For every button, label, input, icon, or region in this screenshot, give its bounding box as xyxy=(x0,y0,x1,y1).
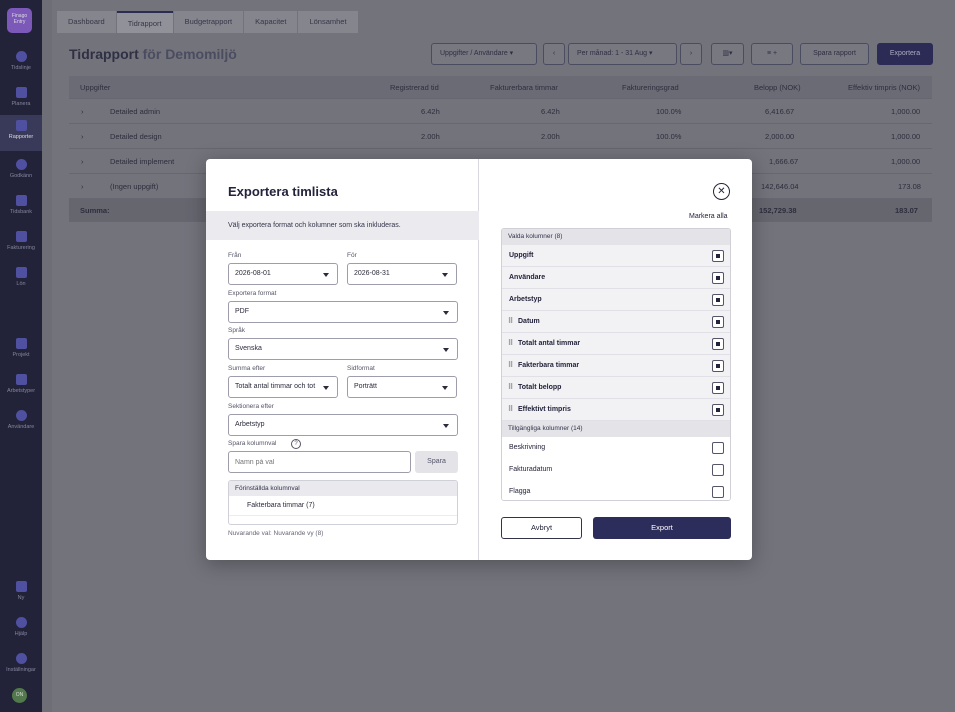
section-by-select[interactable]: Arbetstyp xyxy=(228,414,458,436)
caret-down-icon xyxy=(443,424,449,428)
current-choice-text: Nuvarande val: Nuvarande vy (8) xyxy=(228,530,324,537)
selected-column-row[interactable]: ⠿ Datum xyxy=(502,311,730,333)
column-label: Fakturadatum xyxy=(509,466,553,473)
column-label: Beskrivning xyxy=(509,444,546,451)
drag-handle-icon[interactable]: ⠿ xyxy=(508,333,513,355)
drag-handle-icon[interactable]: ⠿ xyxy=(508,311,513,333)
to-date-select[interactable]: 2026-08-31 xyxy=(347,263,457,285)
mark-all-link[interactable]: Markera alla xyxy=(689,213,728,220)
export-button[interactable]: Export xyxy=(593,517,731,539)
column-checkbox[interactable] xyxy=(712,486,724,498)
sum-by-select[interactable]: Totalt antal timmar och tot xyxy=(228,376,338,398)
sum-by-label: Summa efter xyxy=(228,365,266,372)
close-button[interactable]: ✕ xyxy=(713,183,730,200)
selected-column-row[interactable]: ⠿ Totalt antal timmar xyxy=(502,333,730,355)
language-select[interactable]: Svenska xyxy=(228,338,458,360)
language-label: Språk xyxy=(228,327,245,334)
format-label: Exportera format xyxy=(228,290,277,297)
preset-columns-list: Förinställda kolumnval Fakterbara timmar… xyxy=(228,480,458,525)
selected-column-row[interactable]: ⠿ Fakterbara timmar xyxy=(502,355,730,377)
caret-down-icon xyxy=(442,273,448,277)
cancel-button[interactable]: Avbryt xyxy=(501,517,582,539)
caret-down-icon xyxy=(323,273,329,277)
save-columns-button[interactable]: Spara xyxy=(415,451,458,473)
column-checkbox[interactable] xyxy=(712,404,724,416)
selected-column-row[interactable]: ⠿ Effektivt timpris xyxy=(502,399,730,421)
selected-column-row[interactable]: ⠿ Totalt belopp xyxy=(502,377,730,399)
available-column-row[interactable]: Fakturadatum xyxy=(502,459,730,481)
to-date-value: 2026-08-31 xyxy=(354,270,390,277)
question-icon[interactable]: ? xyxy=(291,439,301,449)
language-value: Svenska xyxy=(235,345,262,352)
to-label: För xyxy=(347,252,357,259)
column-checkbox[interactable] xyxy=(712,250,724,262)
drag-handle-icon[interactable]: ⠿ xyxy=(508,399,513,421)
column-checkbox[interactable] xyxy=(712,294,724,306)
column-checkbox[interactable] xyxy=(712,442,724,454)
preset-item[interactable]: Fakterbara timmar (7) xyxy=(229,496,457,516)
page-format-value: Porträtt xyxy=(354,383,377,390)
caret-down-icon xyxy=(442,386,448,390)
column-checkbox[interactable] xyxy=(712,338,724,350)
close-icon: ✕ xyxy=(717,186,726,197)
caret-down-icon xyxy=(443,348,449,352)
preset-item-partial[interactable] xyxy=(229,516,457,524)
page-format-label: Sidformat xyxy=(347,365,375,372)
column-checkbox[interactable] xyxy=(712,360,724,372)
format-select[interactable]: PDF xyxy=(228,301,458,323)
dialog-title: Exportera timlista xyxy=(228,184,338,199)
available-columns-header: Tillgängliga kolumner (14) xyxy=(502,421,730,437)
column-label: Effektivt timpris xyxy=(518,406,571,413)
drag-handle-icon[interactable]: ⠿ xyxy=(508,377,513,399)
page-format-select[interactable]: Porträtt xyxy=(347,376,457,398)
save-columns-label: Spara kolumnval xyxy=(228,440,277,447)
from-date-select[interactable]: 2026-08-01 xyxy=(228,263,338,285)
column-choice-name-input[interactable] xyxy=(228,451,411,473)
column-label: Användare xyxy=(509,274,546,281)
available-column-row[interactable]: Beskrivning xyxy=(502,437,730,459)
format-value: PDF xyxy=(235,308,249,315)
selected-columns-header: Valda kolumner (8) xyxy=(502,229,730,245)
export-dialog: Exportera timlista Välj exportera format… xyxy=(206,159,752,560)
columns-list: Valda kolumner (8) Uppgift Användare Arb… xyxy=(501,228,731,501)
column-label: Arbetstyp xyxy=(509,296,542,303)
column-label: Datum xyxy=(518,318,540,325)
column-label: Totalt antal timmar xyxy=(518,340,581,347)
selected-column-row[interactable]: Uppgift xyxy=(502,245,730,267)
from-label: Från xyxy=(228,252,242,259)
column-label: Uppgift xyxy=(509,252,534,259)
available-column-row[interactable]: Flagga xyxy=(502,481,730,500)
section-by-value: Arbetstyp xyxy=(235,421,265,428)
preset-columns-header: Förinställda kolumnval xyxy=(229,481,457,496)
column-label: Totalt belopp xyxy=(518,384,562,391)
caret-down-icon xyxy=(323,386,329,390)
column-checkbox[interactable] xyxy=(712,382,724,394)
dialog-description: Välj exportera format och kolumner som s… xyxy=(206,211,479,240)
column-checkbox[interactable] xyxy=(712,272,724,284)
section-by-label: Sektionera efter xyxy=(228,403,274,410)
column-label: Fakterbara timmar xyxy=(518,362,580,369)
column-checkbox[interactable] xyxy=(712,464,724,476)
column-checkbox[interactable] xyxy=(712,316,724,328)
column-label: Flagga xyxy=(509,488,531,495)
selected-column-row[interactable]: Arbetstyp xyxy=(502,289,730,311)
from-date-value: 2026-08-01 xyxy=(235,270,271,277)
caret-down-icon xyxy=(443,311,449,315)
drag-handle-icon[interactable]: ⠿ xyxy=(508,355,513,377)
selected-column-row[interactable]: Användare xyxy=(502,267,730,289)
sum-by-value: Totalt antal timmar och tot xyxy=(235,383,316,390)
